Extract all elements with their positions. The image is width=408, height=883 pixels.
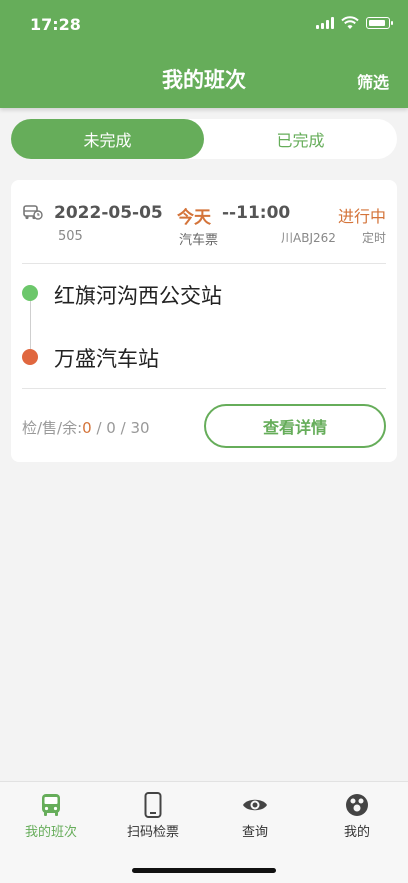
tab-mine[interactable]: 我的 bbox=[306, 782, 408, 844]
tab-completed[interactable]: 已完成 bbox=[204, 119, 397, 159]
arrival-station: 万盛汽车站 bbox=[54, 347, 159, 371]
status-icons bbox=[316, 16, 393, 30]
sold-remaining: / 0 / 30 bbox=[91, 419, 150, 437]
ticket-type: 汽车票 bbox=[179, 233, 219, 248]
tab-label: 我的 bbox=[343, 825, 370, 840]
departure-station: 红旗河沟西公交站 bbox=[54, 284, 222, 308]
stats-label: 检/售/余: bbox=[22, 419, 83, 437]
tab-label: 查询 bbox=[241, 825, 268, 840]
trip-status-badge: 进行中 bbox=[337, 207, 386, 226]
signal-icon bbox=[316, 17, 334, 29]
page-title: 我的班次 bbox=[162, 68, 246, 92]
filter-button[interactable]: 筛选 bbox=[357, 69, 389, 93]
phone-icon bbox=[140, 792, 166, 818]
trip-date: 2022-05-05 bbox=[54, 203, 163, 223]
license-plate: 川ABJ262 bbox=[281, 231, 336, 245]
trip-day: 今天 bbox=[177, 208, 211, 228]
departure-time: --11:00 bbox=[222, 203, 291, 223]
home-indicator bbox=[132, 868, 276, 873]
status-bar: 17:28 bbox=[0, 0, 408, 50]
start-station-dot bbox=[22, 285, 38, 301]
trip-card[interactable]: 2022-05-05 今天 --11:00 进行中 505 汽车票 川ABJ26… bbox=[11, 180, 397, 462]
ticket-stats: 检/售/余:0 / 0 / 30 bbox=[22, 417, 150, 438]
bus-clock-icon bbox=[23, 205, 43, 220]
tab-label: 扫码检票 bbox=[126, 825, 179, 840]
divider bbox=[22, 388, 386, 389]
view-details-button[interactable]: 查看详情 bbox=[204, 404, 386, 448]
eye-icon bbox=[242, 792, 268, 818]
divider bbox=[22, 263, 386, 264]
wifi-icon bbox=[341, 16, 359, 29]
tab-label: 我的班次 bbox=[24, 825, 77, 840]
tab-scan-ticket[interactable]: 扫码检票 bbox=[102, 782, 204, 844]
status-segmented-control: 未完成 已完成 bbox=[11, 119, 397, 159]
route-line bbox=[29, 301, 31, 349]
tab-my-shifts[interactable]: 我的班次 bbox=[0, 782, 102, 844]
schedule-type: 定时 bbox=[361, 231, 386, 245]
tab-incomplete[interactable]: 未完成 bbox=[11, 119, 204, 159]
end-station-dot bbox=[22, 349, 38, 365]
route-number: 505 bbox=[58, 229, 83, 244]
app-header: 17:28 我的班次 筛选 bbox=[0, 0, 408, 108]
user-icon bbox=[344, 792, 370, 818]
checked-count: 0 bbox=[82, 419, 92, 437]
tab-query[interactable]: 查询 bbox=[204, 782, 306, 844]
battery-icon bbox=[366, 17, 393, 29]
bus-icon bbox=[38, 792, 64, 818]
status-time: 17:28 bbox=[30, 15, 81, 34]
